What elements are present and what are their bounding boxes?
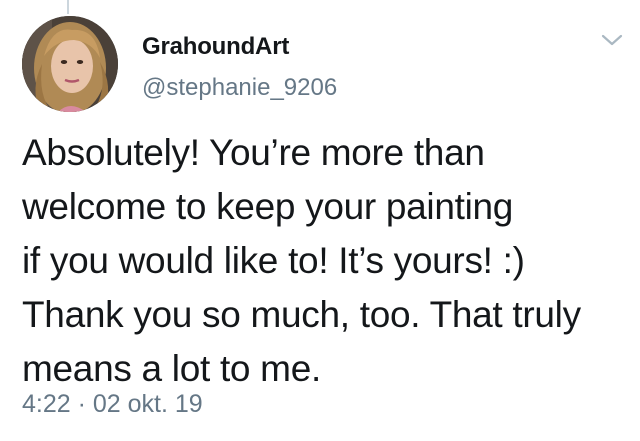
tweet-date: 02 okt. 19 [92, 390, 203, 418]
tweet-text-line: Thank you so much, too. That truly [22, 294, 581, 335]
thread-connector-line [67, 0, 69, 14]
tweet-text-line: means a lot to me. [22, 348, 321, 389]
user-handle[interactable]: @stephanie_9206 [142, 74, 337, 102]
tweet-timestamp[interactable]: 4:22 · 02 okt. 19 [22, 390, 203, 419]
avatar-image [22, 16, 118, 112]
display-name[interactable]: GrahoundArt [142, 33, 289, 61]
tweet-text: Absolutely! You’re more than welcome to … [22, 126, 632, 396]
tweet-text-line: Absolutely! You’re more than [22, 132, 485, 173]
chevron-down-icon[interactable] [600, 32, 624, 48]
tweet-text-line: welcome to keep your painting [22, 186, 514, 227]
tweet-time: 4:22 [22, 390, 71, 418]
tweet-text-line: if you would like to! It’s yours! :) [22, 240, 525, 281]
timestamp-separator: · [70, 390, 93, 418]
avatar[interactable] [22, 16, 118, 112]
